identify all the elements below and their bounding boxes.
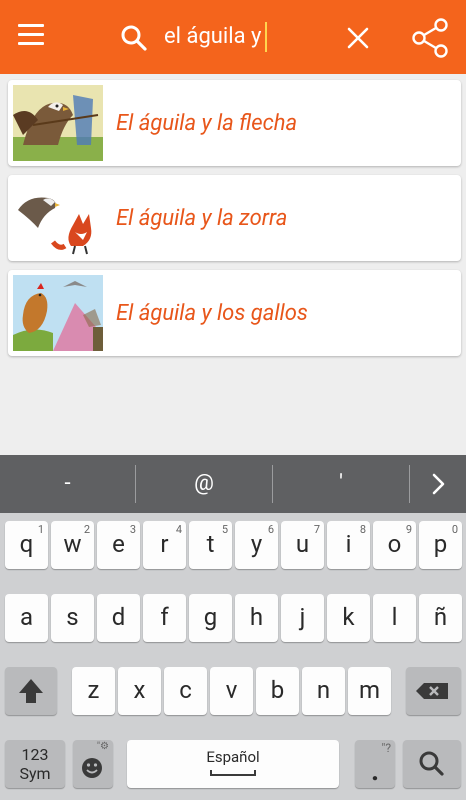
key-q[interactable]: 1q — [5, 521, 48, 569]
key-v[interactable]: v — [210, 667, 253, 715]
key-o[interactable]: 9o — [373, 521, 416, 569]
space-key[interactable]: Español — [127, 740, 339, 788]
key-a[interactable]: a — [5, 594, 48, 642]
key-e[interactable]: 3e — [97, 521, 140, 569]
symbols-key[interactable]: 123 Sym — [5, 740, 65, 788]
key-r[interactable]: 4r — [143, 521, 186, 569]
result-title: El águila y los gallos — [116, 300, 308, 326]
results-list: El águila y la flecha El águila y la zor… — [8, 80, 461, 365]
key-enye[interactable]: ñ — [419, 594, 462, 642]
result-title: El águila y la flecha — [116, 110, 298, 136]
key-i[interactable]: 8i — [327, 521, 370, 569]
suggestion-apostrophe[interactable]: ' — [273, 455, 409, 513]
key-l[interactable]: l — [373, 594, 416, 642]
divider — [409, 465, 410, 503]
key-d[interactable]: d — [97, 594, 140, 642]
search-input[interactable]: el águila y — [164, 22, 268, 52]
menu-icon[interactable] — [14, 24, 48, 50]
suggestion-dash[interactable]: - — [0, 455, 135, 513]
spacebar-icon — [210, 770, 256, 776]
key-c[interactable]: c — [164, 667, 207, 715]
key-k[interactable]: k — [327, 594, 370, 642]
emoji-icon — [82, 758, 102, 778]
key-b[interactable]: b — [256, 667, 299, 715]
eagle-fox-thumbnail — [13, 180, 103, 256]
search-key-icon — [419, 751, 444, 776]
shift-icon — [19, 679, 43, 703]
result-title: El águila y la zorra — [116, 205, 288, 231]
list-item[interactable]: El águila y los gallos — [8, 270, 461, 356]
chevron-right-icon[interactable] — [418, 469, 458, 499]
eagle-roosters-thumbnail — [13, 275, 103, 351]
search-query-text: el águila y — [164, 24, 262, 49]
key-h[interactable]: h — [235, 594, 278, 642]
text-cursor — [265, 22, 268, 52]
key-m[interactable]: m — [348, 667, 391, 715]
key-n[interactable]: n — [302, 667, 345, 715]
keyboard: 1q 2w 3e 4r 5t 6y 7u 8i 9o 0p a s d f g … — [0, 513, 466, 800]
key-z[interactable]: z — [72, 667, 115, 715]
close-icon[interactable] — [346, 26, 370, 50]
key-j[interactable]: j — [281, 594, 324, 642]
search-key[interactable] — [403, 740, 461, 788]
backspace-icon — [416, 683, 448, 699]
eagle-arrow-thumbnail — [13, 85, 103, 161]
key-y[interactable]: 6y — [235, 521, 278, 569]
search-icon — [121, 25, 147, 51]
share-icon[interactable] — [410, 16, 450, 60]
emoji-key[interactable]: "⚙ — [73, 740, 113, 788]
key-u[interactable]: 7u — [281, 521, 324, 569]
list-item[interactable]: El águila y la flecha — [8, 80, 461, 166]
key-s[interactable]: s — [51, 594, 94, 642]
period-key[interactable]: "? . — [355, 740, 395, 788]
backspace-key[interactable] — [406, 667, 461, 715]
suggestion-at[interactable]: @ — [136, 455, 272, 513]
keyboard-suggestion-strip: - @ ' — [0, 455, 466, 513]
key-f[interactable]: f — [143, 594, 186, 642]
key-x[interactable]: x — [118, 667, 161, 715]
key-g[interactable]: g — [189, 594, 232, 642]
key-p[interactable]: 0p — [419, 521, 462, 569]
shift-key[interactable] — [5, 667, 57, 715]
key-w[interactable]: 2w — [51, 521, 94, 569]
key-t[interactable]: 5t — [189, 521, 232, 569]
list-item[interactable]: El águila y la zorra — [8, 175, 461, 261]
app-bar: el águila y — [0, 0, 466, 74]
